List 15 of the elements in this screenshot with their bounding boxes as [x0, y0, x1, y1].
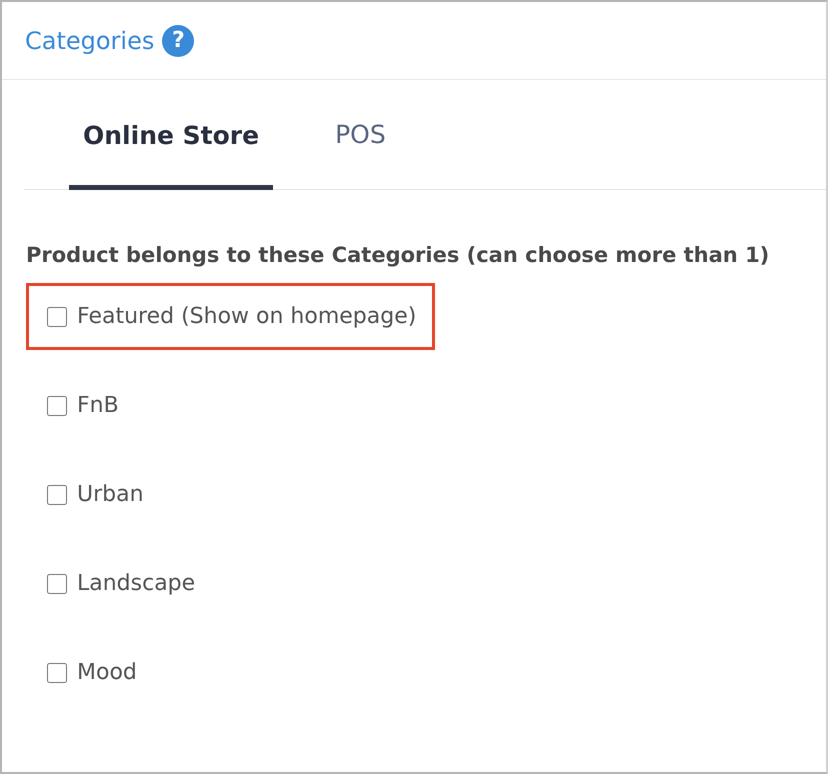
category-label[interactable]: Mood	[77, 656, 137, 689]
section-heading: Product belongs to these Categories (can choose more than 1)	[26, 242, 770, 268]
category-checkbox[interactable]	[47, 662, 67, 682]
category-checkbox[interactable]	[47, 484, 67, 504]
category-label[interactable]: FnB	[77, 389, 119, 422]
category-label[interactable]: Featured (Show on homepage)	[77, 300, 416, 333]
category-label[interactable]: Landscape	[77, 567, 196, 600]
help-icon[interactable]: ?	[162, 24, 194, 56]
panel-title: Categories	[25, 26, 154, 56]
category-label[interactable]: Urban	[77, 478, 144, 511]
category-checkbox[interactable]	[47, 306, 67, 326]
tab[interactable]: Online Store	[69, 116, 274, 190]
category-checkbox[interactable]	[47, 574, 67, 594]
tab[interactable]: POS	[321, 116, 400, 188]
category-checkbox[interactable]	[47, 396, 67, 416]
